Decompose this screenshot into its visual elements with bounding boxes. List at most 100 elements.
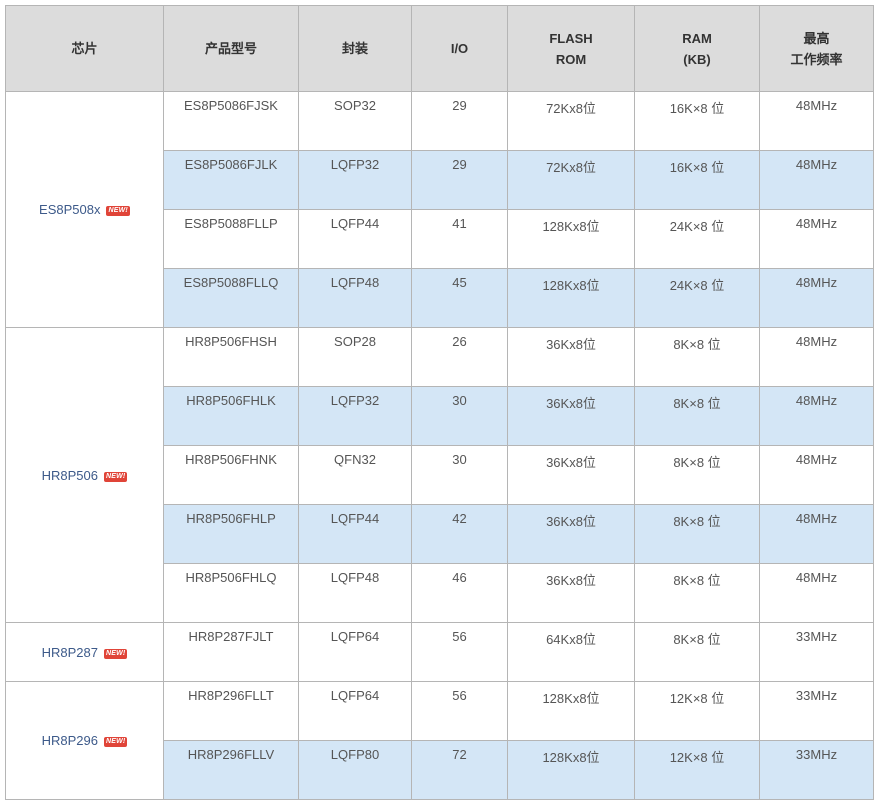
header-io-label: I/O	[450, 41, 469, 56]
new-badge: NEW!	[103, 737, 128, 747]
io-cell: 29	[411, 150, 508, 210]
new-badge: NEW!	[106, 206, 130, 216]
table-row: ES8P508x NEW! ES8P5086FJSK SOP32 29 72Kx8…	[5, 91, 874, 328]
package-cell: LQFP64	[298, 622, 412, 682]
ram-cell: 12K×8 位	[634, 681, 760, 741]
chip-family-link[interactable]: HR8P506	[42, 468, 98, 483]
header-model: 产品型号	[163, 5, 299, 92]
model-cell: HR8P506FHLP	[163, 504, 299, 564]
flash-cell: 72Kx8位	[507, 150, 635, 210]
freq-cell: 48MHz	[759, 504, 874, 564]
flash-cell: 128Kx8位	[507, 268, 635, 328]
header-max-freq: 最高 工作频率	[759, 5, 874, 92]
freq-cell: 48MHz	[759, 563, 874, 623]
header-chip: 芯片	[5, 5, 164, 92]
flash-cell: 36Kx8位	[507, 327, 635, 387]
header-row: 芯片 产品型号 封装 I/O FLASH ROM RAM (KB) 最高工作频率	[5, 5, 874, 92]
model-cell: ES8P5086FJLK	[163, 150, 299, 210]
freq-cell: 33MHz	[759, 681, 874, 741]
header-freq-line1: 最高	[803, 30, 830, 46]
io-cell: 30	[411, 386, 508, 446]
flash-cell: 72Kx8位	[507, 91, 635, 151]
package-cell: LQFP80	[298, 740, 412, 800]
package-cell: SOP32	[298, 91, 412, 151]
header-model-label: 产品型号	[204, 41, 257, 56]
ram-cell: 8K×8 位	[634, 563, 760, 623]
io-cell: 26	[411, 327, 508, 387]
table-header: 芯片 产品型号 封装 I/O FLASH ROM RAM (KB) 最高工作频率	[5, 5, 874, 92]
freq-cell: 48MHz	[759, 386, 874, 446]
freq-cell: 48MHz	[759, 209, 874, 269]
header-ram-line1: RAM	[682, 30, 712, 46]
ram-cell: 8K×8 位	[634, 327, 760, 387]
io-cell: 42	[411, 504, 508, 564]
ram-cell: 8K×8 位	[634, 445, 760, 505]
model-cell: HR8P296FLLV	[163, 740, 299, 800]
io-cell: 45	[411, 268, 508, 328]
freq-cell: 48MHz	[759, 150, 874, 210]
header-flash-rom: FLASH ROM	[507, 5, 635, 92]
header-package-label: 封装	[341, 41, 368, 56]
chip-family-cell: ES8P508x NEW!	[5, 91, 164, 328]
header-package: 封装	[298, 5, 412, 92]
flash-cell: 36Kx8位	[507, 563, 635, 623]
table-row: HR8P287 NEW! HR8P287FJLT LQFP64 56 64Kx8位…	[5, 622, 874, 682]
chip-family-cell: HR8P287 NEW!	[5, 622, 164, 682]
model-cell: HR8P287FJLT	[163, 622, 299, 682]
ram-cell: 8K×8 位	[634, 386, 760, 446]
header-ram-line2: (KB)	[683, 51, 711, 67]
io-cell: 46	[411, 563, 508, 623]
table-body: ES8P508x NEW! ES8P5086FJSK SOP32 29 72Kx8…	[5, 91, 874, 800]
ram-cell: 16K×8 位	[634, 150, 760, 210]
ram-cell: 24K×8 位	[634, 268, 760, 328]
header-freq-line2: 工作频率	[790, 51, 843, 67]
ram-cell: 12K×8 位	[634, 740, 760, 800]
model-cell: HR8P506FHLQ	[163, 563, 299, 623]
new-badge: NEW!	[103, 471, 128, 482]
package-cell: LQFP48	[298, 268, 412, 328]
chip-family-link[interactable]: ES8P508x	[39, 202, 100, 217]
header-ram: RAM (KB)	[634, 5, 760, 92]
package-cell: LQFP48	[298, 563, 412, 623]
package-cell: LQFP64	[298, 681, 412, 741]
chip-spec-table-container: 芯片 产品型号 封装 I/O FLASH ROM RAM (KB) 最高工作频率 E…	[5, 5, 874, 800]
io-cell: 41	[411, 209, 508, 269]
model-cell: HR8P506FHNK	[163, 445, 299, 505]
io-cell: 56	[411, 622, 508, 682]
package-cell: LQFP32	[298, 150, 412, 210]
io-cell: 30	[411, 445, 508, 505]
model-cell: HR8P506FHSH	[163, 327, 299, 387]
table-row: HR8P296 NEW! HR8P296FLLT LQFP64 56 128Kx8…	[5, 681, 874, 800]
freq-cell: 48MHz	[759, 327, 874, 387]
flash-cell: 128Kx8位	[507, 209, 635, 269]
freq-cell: 48MHz	[759, 268, 874, 328]
flash-cell: 36Kx8位	[507, 386, 635, 446]
ram-cell: 16K×8 位	[634, 91, 760, 151]
model-cell: HR8P506FHLK	[163, 386, 299, 446]
io-cell: 56	[411, 681, 508, 741]
ram-cell: 24K×8 位	[634, 209, 760, 269]
freq-cell: 33MHz	[759, 740, 874, 800]
chip-family-link[interactable]: HR8P287	[42, 645, 98, 660]
model-cell: ES8P5086FJSK	[163, 91, 299, 151]
chip-spec-table: 芯片 产品型号 封装 I/O FLASH ROM RAM (KB) 最高工作频率 E…	[5, 5, 874, 800]
freq-cell: 48MHz	[759, 445, 874, 505]
ram-cell: 8K×8 位	[634, 504, 760, 564]
model-cell: ES8P5088FLLQ	[163, 268, 299, 328]
header-io: I/O	[411, 5, 508, 92]
header-flash-line1: FLASH	[549, 30, 593, 46]
flash-cell: 128Kx8位	[507, 681, 635, 741]
flash-cell: 64Kx8位	[507, 622, 635, 682]
chip-family-cell: HR8P296 NEW!	[5, 681, 164, 800]
model-cell: HR8P296FLLT	[163, 681, 299, 741]
package-cell: QFN32	[298, 445, 412, 505]
chip-family-link[interactable]: HR8P296	[42, 733, 98, 748]
header-chip-label: 芯片	[71, 41, 98, 56]
flash-cell: 36Kx8位	[507, 445, 635, 505]
flash-cell: 128Kx8位	[507, 740, 635, 800]
ram-cell: 8K×8 位	[634, 622, 760, 682]
package-cell: LQFP44	[298, 209, 412, 269]
table-row: HR8P506 NEW! HR8P506FHSH SOP28 26 36Kx8位 …	[5, 327, 874, 623]
io-cell: 29	[411, 91, 508, 151]
package-cell: LQFP32	[298, 386, 412, 446]
